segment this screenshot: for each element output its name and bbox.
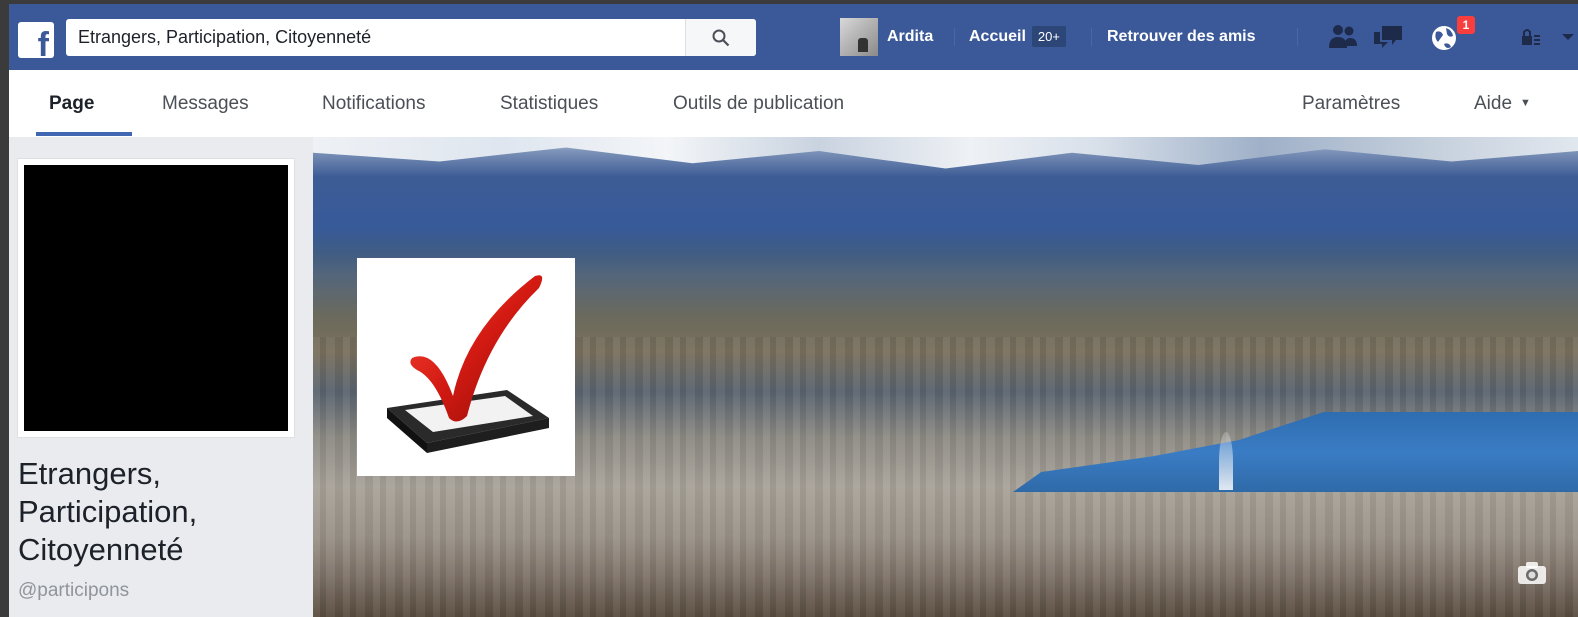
page-profile-picture[interactable] [24, 165, 288, 431]
page-profile-picture-frame[interactable] [17, 158, 295, 438]
divider [1091, 28, 1092, 46]
checkmark-ballot-icon [387, 275, 549, 453]
page-navigation: Page Messages Notifications Statistiques… [9, 70, 1578, 138]
top-bar: f Etrangers, Participation, Citoyenneté … [9, 4, 1578, 70]
help-label: Aide [1474, 93, 1513, 114]
search-button[interactable] [685, 19, 756, 56]
divider [1297, 28, 1298, 46]
tab-publishing-tools[interactable]: Outils de publication [673, 70, 844, 137]
tab-messages[interactable]: Messages [162, 70, 249, 137]
page-handle[interactable]: @participons [18, 580, 129, 602]
notifications-badge: 1 [1457, 16, 1475, 34]
chevron-down-icon: ▼ [1520, 97, 1531, 110]
page-sidebar: Etrangers, Participation, Citoyenneté @p… [9, 137, 313, 617]
water-jet [1219, 432, 1233, 490]
friend-requests-icon[interactable] [1327, 22, 1359, 52]
profile-avatar[interactable] [840, 18, 878, 56]
page-title[interactable]: Etrangers, Participation, Citoyenneté [18, 455, 308, 569]
home-label: Accueil [969, 28, 1026, 45]
facebook-logo[interactable]: f [18, 22, 54, 62]
tab-settings[interactable]: Paramètres [1302, 70, 1400, 137]
find-friends-link[interactable]: Retrouver des amis [1107, 4, 1256, 70]
search-box[interactable]: Etrangers, Participation, Citoyenneté [66, 19, 756, 56]
active-tab-indicator [36, 132, 132, 136]
home-link[interactable]: Accueil 20+ [969, 4, 1066, 70]
account-menu-icon[interactable] [1560, 22, 1576, 52]
search-icon [712, 29, 730, 47]
tab-statistics[interactable]: Statistiques [500, 70, 598, 137]
privacy-lock-icon[interactable] [1519, 22, 1541, 52]
mountain-snow [313, 137, 1578, 169]
search-input[interactable]: Etrangers, Participation, Citoyenneté [78, 19, 678, 56]
facebook-window: f Etrangers, Participation, Citoyenneté … [9, 4, 1578, 617]
messages-icon[interactable] [1372, 22, 1404, 52]
camera-icon[interactable] [1516, 559, 1548, 587]
home-count-badge: 20+ [1031, 26, 1066, 48]
divider [954, 28, 955, 46]
facebook-logo-letter: f [37, 26, 49, 64]
tab-page[interactable]: Page [49, 70, 94, 137]
cover-photo[interactable] [313, 137, 1578, 617]
tab-help[interactable]: Aide ▼ [1474, 70, 1531, 137]
checkmark-ballot-image [357, 258, 575, 476]
profile-link[interactable]: Ardita [887, 4, 933, 70]
tab-notifications[interactable]: Notifications [322, 70, 426, 137]
